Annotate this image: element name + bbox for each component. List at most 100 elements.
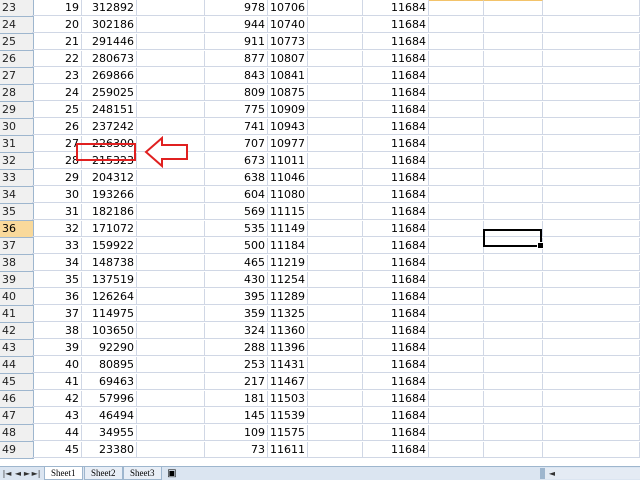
cell-empty[interactable]	[308, 136, 363, 152]
cell-empty[interactable]	[137, 221, 205, 237]
cell-interest[interactable]: 73	[205, 442, 268, 458]
cell-empty[interactable]	[543, 391, 640, 407]
row-header[interactable]: 30	[0, 119, 34, 136]
cell-empty[interactable]	[484, 391, 543, 407]
cell-empty[interactable]	[543, 102, 640, 118]
cell-balance[interactable]: 23380	[82, 442, 137, 458]
cell-empty[interactable]	[429, 153, 484, 169]
cell-empty[interactable]	[484, 17, 543, 33]
cell-principal[interactable]: 11080	[268, 187, 308, 203]
row-header[interactable]: 25	[0, 34, 34, 51]
cell-interest[interactable]: 741	[205, 119, 268, 135]
cell-period[interactable]: 42	[32, 391, 82, 407]
spreadsheet-grid[interactable]: 23 19 312892 978 10706 11684 24 20 302186 944 1074…	[0, 0, 640, 466]
cell-balance[interactable]: 248151	[82, 102, 137, 118]
cell-empty[interactable]	[543, 68, 640, 84]
cell-interest[interactable]: 288	[205, 340, 268, 356]
cell-empty[interactable]	[308, 374, 363, 390]
row-header[interactable]: 35	[0, 204, 34, 221]
cell-balance[interactable]: 259025	[82, 85, 137, 101]
cell-principal[interactable]: 11011	[268, 153, 308, 169]
cell-payment[interactable]: 11684	[363, 17, 429, 33]
cell-payment[interactable]: 11684	[363, 391, 429, 407]
first-sheet-icon[interactable]: |◄	[2, 468, 12, 479]
row-header[interactable]: 26	[0, 51, 34, 68]
cell-empty[interactable]	[308, 34, 363, 50]
cell-interest[interactable]: 809	[205, 85, 268, 101]
cell-period[interactable]: 24	[32, 85, 82, 101]
cell-balance[interactable]: 103650	[82, 323, 137, 339]
cell-balance[interactable]: 171072	[82, 221, 137, 237]
row-header[interactable]: 39	[0, 272, 34, 289]
cell-payment[interactable]: 11684	[363, 425, 429, 441]
row-header[interactable]: 45	[0, 374, 34, 391]
cell-interest[interactable]: 673	[205, 153, 268, 169]
cell-period[interactable]: 29	[32, 170, 82, 186]
cell-interest[interactable]: 911	[205, 34, 268, 50]
cell-principal[interactable]: 10807	[268, 51, 308, 67]
cell-payment[interactable]: 11684	[363, 221, 429, 237]
cell-empty[interactable]	[308, 306, 363, 322]
cell-principal[interactable]: 10706	[268, 0, 308, 16]
cell-empty[interactable]	[429, 391, 484, 407]
cell-interest[interactable]: 145	[205, 408, 268, 424]
cell-interest[interactable]: 217	[205, 374, 268, 390]
cell-empty[interactable]	[484, 102, 543, 118]
cell-empty[interactable]	[308, 102, 363, 118]
cell-empty[interactable]	[484, 51, 543, 67]
row-header[interactable]: 34	[0, 187, 34, 204]
cell-balance[interactable]: 204312	[82, 170, 137, 186]
cell-principal[interactable]: 11289	[268, 289, 308, 305]
cell-empty[interactable]	[308, 272, 363, 288]
cell-balance[interactable]: 57996	[82, 391, 137, 407]
cell-empty[interactable]	[308, 238, 363, 254]
cell-empty[interactable]	[484, 153, 543, 169]
cell-empty[interactable]	[308, 255, 363, 271]
cell-principal[interactable]: 10841	[268, 68, 308, 84]
cell-empty[interactable]	[484, 68, 543, 84]
cell-interest[interactable]: 500	[205, 238, 268, 254]
cell-empty[interactable]	[137, 238, 205, 254]
cell-interest[interactable]: 707	[205, 136, 268, 152]
cell-empty[interactable]	[484, 408, 543, 424]
cell-period[interactable]: 43	[32, 408, 82, 424]
cell-balance[interactable]: 291446	[82, 34, 137, 50]
row-header[interactable]: 32	[0, 153, 34, 170]
cell-balance[interactable]: 312892	[82, 0, 137, 16]
cell-empty[interactable]	[484, 136, 543, 152]
cell-empty[interactable]	[308, 0, 363, 16]
cell-empty[interactable]	[429, 374, 484, 390]
cell-payment[interactable]: 11684	[363, 408, 429, 424]
cell-empty[interactable]	[308, 340, 363, 356]
cell-empty[interactable]	[543, 204, 640, 220]
cell-empty[interactable]	[137, 357, 205, 373]
cell-empty[interactable]	[308, 289, 363, 305]
cell-empty[interactable]	[137, 51, 205, 67]
row-header[interactable]: 29	[0, 102, 34, 119]
cell-period[interactable]: 27	[32, 136, 82, 152]
cell-empty[interactable]	[484, 85, 543, 101]
cell-empty[interactable]	[429, 340, 484, 356]
cell-balance[interactable]: 148738	[82, 255, 137, 271]
cell-empty[interactable]	[137, 34, 205, 50]
cell-empty[interactable]	[543, 323, 640, 339]
cell-interest[interactable]: 569	[205, 204, 268, 220]
tab-sheet1[interactable]: Sheet1	[44, 467, 83, 480]
cell-payment[interactable]: 11684	[363, 306, 429, 322]
cell-period[interactable]: 31	[32, 204, 82, 220]
cell-interest[interactable]: 535	[205, 221, 268, 237]
cell-empty[interactable]	[429, 51, 484, 67]
cell-period[interactable]: 45	[32, 442, 82, 458]
cell-principal[interactable]: 11360	[268, 323, 308, 339]
cell-empty[interactable]	[429, 85, 484, 101]
cell-empty[interactable]	[137, 102, 205, 118]
cell-empty[interactable]	[484, 272, 543, 288]
cell-payment[interactable]: 11684	[363, 68, 429, 84]
row-header[interactable]: 23	[0, 0, 34, 17]
cell-empty[interactable]	[429, 119, 484, 135]
cell-empty[interactable]	[543, 17, 640, 33]
cell-interest[interactable]: 944	[205, 17, 268, 33]
cell-payment[interactable]: 11684	[363, 238, 429, 254]
cell-empty[interactable]	[484, 340, 543, 356]
cell-interest[interactable]: 775	[205, 102, 268, 118]
